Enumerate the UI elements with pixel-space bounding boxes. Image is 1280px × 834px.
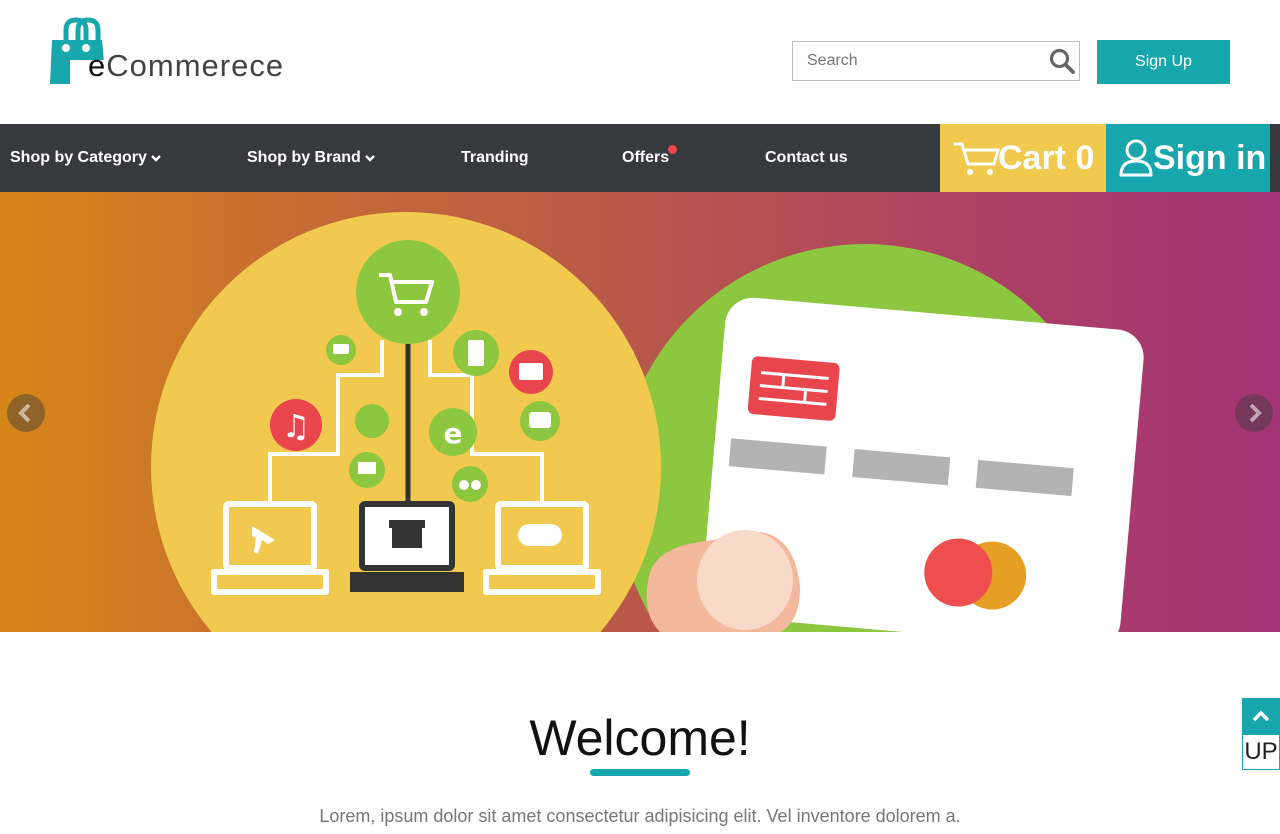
nav-label: Contact us [765, 149, 848, 166]
logo-name: Commerece [106, 48, 285, 83]
nav-label: Tranding [461, 149, 529, 166]
hero-illustration: ♫ e [151, 212, 1144, 632]
site-header: eCommerece Sign Up [0, 0, 1280, 124]
welcome-text: Lorem, ipsum dolor sit amet consectetur … [319, 806, 961, 826]
heading-underline [590, 769, 690, 776]
hero-carousel: ♫ e [0, 192, 1280, 632]
search-input[interactable] [793, 43, 1045, 79]
search-icon[interactable] [1045, 43, 1079, 79]
offers-badge-dot [668, 145, 677, 154]
nav-label: Offers [622, 149, 670, 166]
cart-label: Cart 0 [998, 138, 1095, 177]
nav-shop-by-brand[interactable]: Shop by Brand [247, 124, 376, 192]
nav-label: Shop by Category [10, 149, 147, 166]
scroll-up-button[interactable]: UP [1242, 698, 1280, 772]
cart-button[interactable]: Cart 0 [940, 124, 1106, 192]
site-logo[interactable]: eCommerece [48, 16, 284, 86]
search-box [792, 41, 1080, 81]
up-label: UP [1242, 734, 1280, 770]
logo-prefix: e [88, 48, 107, 83]
welcome-heading: Welcome! [529, 710, 751, 766]
sign-up-button[interactable]: Sign Up [1097, 40, 1230, 84]
user-icon [1119, 139, 1153, 177]
sign-in-label: Sign in [1153, 138, 1267, 177]
svg-text:e: e [444, 417, 463, 450]
chevron-left-icon [18, 403, 31, 423]
carousel-next-arrow[interactable] [1235, 394, 1273, 432]
chevron-up-icon [1242, 698, 1280, 734]
chevron-right-icon [1249, 403, 1262, 423]
chevron-down-icon [151, 155, 161, 162]
cart-icon [954, 142, 1000, 175]
nav-shop-by-category[interactable]: Shop by Category [10, 124, 162, 192]
carousel-prev-arrow[interactable] [7, 394, 45, 432]
svg-text:♫: ♫ [282, 407, 311, 445]
chevron-down-icon [364, 155, 375, 162]
nav-offers[interactable]: Offers [622, 124, 677, 192]
logo-text: eCommerece [88, 48, 284, 84]
nav-tranding[interactable]: Tranding [461, 124, 529, 192]
nav-contact-us[interactable]: Contact us [765, 124, 848, 192]
sign-in-button[interactable]: Sign in [1106, 124, 1270, 192]
nav-label: Shop by Brand [247, 149, 361, 166]
